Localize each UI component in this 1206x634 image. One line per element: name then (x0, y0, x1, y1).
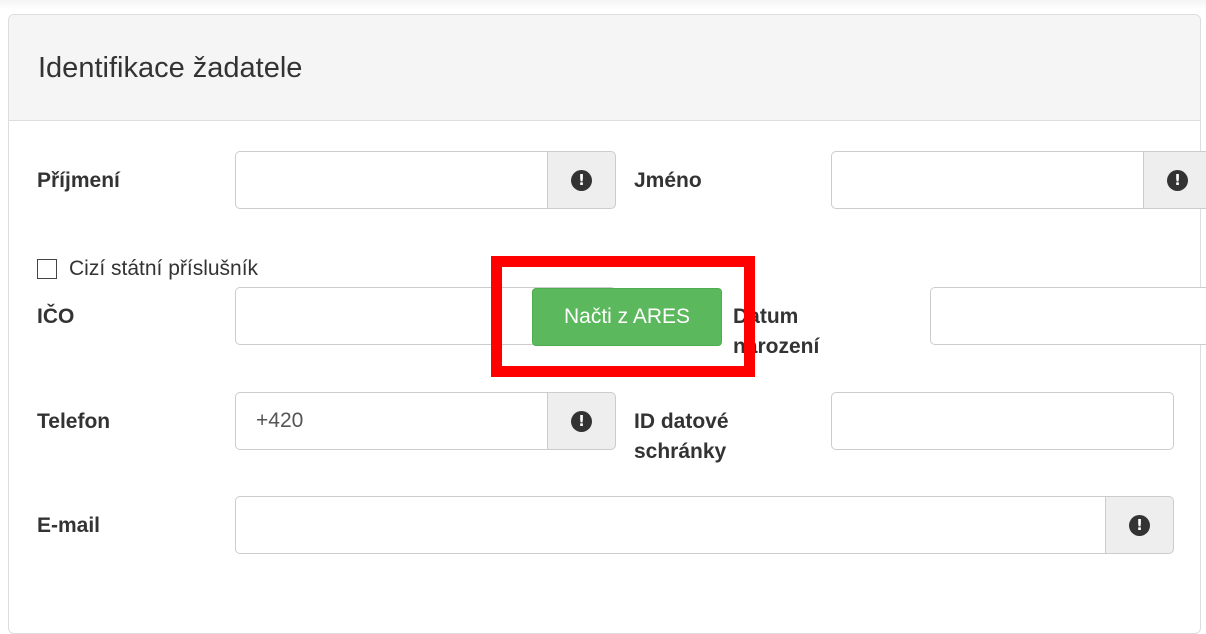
panel-title: Identifikace žadatele (9, 15, 1200, 121)
id-datove-schranky-input[interactable] (831, 392, 1174, 450)
datum-narozeni-label-line1: Datum (733, 305, 799, 328)
datum-narozeni-label: Datum narození (733, 302, 819, 362)
email-input[interactable] (235, 496, 1105, 554)
exclamation-circle-icon: ! (571, 169, 592, 191)
nacti-z-ares-button[interactable]: Načti z ARES (532, 288, 722, 346)
id-datove-schranky-label-line2: schránky (634, 440, 727, 463)
datum-narozeni-label-line2: narození (733, 335, 820, 358)
prijmeni-input-group: ! (235, 151, 616, 209)
jmeno-input-group: ! (831, 151, 1206, 209)
prijmeni-label: Příjmení (37, 169, 120, 192)
cizi-statni-prislusnik-checkbox[interactable] (37, 259, 57, 279)
telefon-input[interactable] (235, 392, 547, 450)
datum-narozeni-input[interactable] (930, 287, 1206, 345)
prijmeni-addon[interactable]: ! (547, 151, 616, 209)
jmeno-label: Jméno (634, 169, 702, 192)
top-shadow-strip (0, 0, 1206, 10)
id-datove-schranky-label-line1: ID datové (634, 410, 729, 433)
ico-input[interactable] (235, 287, 547, 345)
prijmeni-input[interactable] (235, 151, 547, 209)
id-datove-schranky-label: ID datové schránky (634, 407, 729, 467)
cizi-statni-prislusnik-checkbox-row[interactable]: Cizí státní příslušník (37, 257, 258, 281)
exclamation-circle-icon: ! (1167, 169, 1188, 191)
ico-label: IČO (37, 305, 75, 328)
exclamation-circle-icon: ! (1129, 514, 1150, 536)
email-label: E-mail (37, 514, 101, 537)
telefon-label: Telefon (37, 410, 111, 433)
ico-input-group: ! (235, 287, 616, 345)
telefon-addon[interactable]: ! (547, 392, 616, 450)
email-addon[interactable]: ! (1105, 496, 1174, 554)
telefon-input-group: ! (235, 392, 616, 450)
cizi-statni-prislusnik-label: Cizí státní příslušník (69, 257, 259, 280)
jmeno-addon[interactable]: ! (1143, 151, 1206, 209)
exclamation-circle-icon: ! (571, 410, 592, 432)
email-input-group: ! (235, 496, 1174, 554)
jmeno-input[interactable] (831, 151, 1143, 209)
